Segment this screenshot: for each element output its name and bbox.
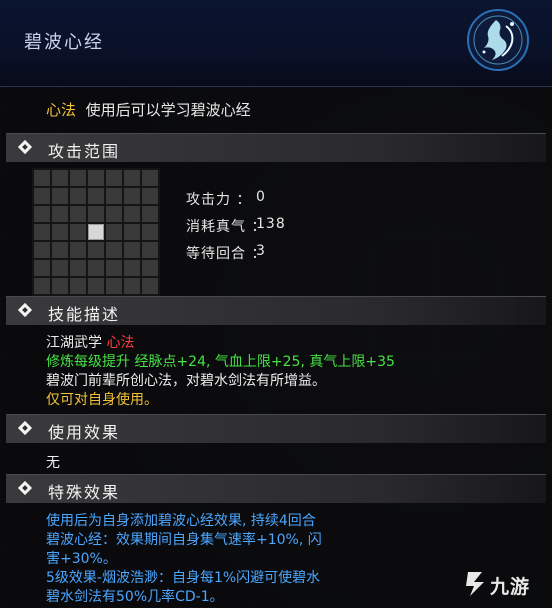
stat-value: 138: [256, 216, 286, 232]
range-cell: [52, 188, 68, 204]
range-cell: [34, 278, 50, 294]
section-header-range: 攻击范围: [6, 133, 546, 162]
range-cell: [70, 278, 86, 294]
range-cell: [34, 224, 50, 240]
range-cell: [106, 188, 122, 204]
tooltip-panel: 碧波心经 心法 使用后可以学习碧波心经 攻击范围 攻击力 ： 0 消耗真气 ： …: [0, 0, 552, 608]
range-cell: [52, 278, 68, 294]
use-effect-text: 无: [46, 455, 60, 471]
attack-range-grid: [32, 168, 160, 296]
range-cell: [34, 206, 50, 222]
section-label: 特殊效果: [48, 483, 121, 502]
range-cell: [88, 260, 104, 276]
range-cell: [142, 188, 158, 204]
range-cell: [142, 260, 158, 276]
range-cell: [70, 170, 86, 186]
special-effect-line: 碧水剑法有50%几率CD-1。: [46, 589, 224, 605]
range-cell: [142, 224, 158, 240]
watermark-text: 九游: [490, 576, 531, 598]
range-cell: [106, 260, 122, 276]
special-effect-line: 碧波心经：效果期间自身集气速率+10%, 闪: [46, 532, 322, 548]
range-cell: [88, 188, 104, 204]
range-cell: [70, 224, 86, 240]
section-label: 攻击范围: [48, 142, 121, 161]
range-cell: [142, 206, 158, 222]
item-title: 碧波心经: [24, 32, 104, 53]
range-cell: [124, 206, 140, 222]
range-cell: [124, 278, 140, 294]
range-cell: [142, 170, 158, 186]
diamond-bullet-icon: [17, 302, 33, 318]
jiuyou-watermark: 九游: [462, 564, 550, 604]
skill-growth: 修炼每级提升 经脉点+24, 气血上限+25, 真气上限+35: [46, 354, 395, 370]
range-cell: [52, 206, 68, 222]
range-cell: [106, 278, 122, 294]
range-cell: [106, 224, 122, 240]
stat-qi-cost: 消耗真气 ： 138: [186, 216, 285, 236]
skill-school: 江湖武学 心法: [46, 332, 134, 352]
item-type-tag: 心法: [46, 101, 77, 119]
item-usage-text: 使用后可以学习碧波心经: [85, 101, 251, 119]
range-cell: [106, 170, 122, 186]
section-header-use-effect: 使用效果: [6, 414, 546, 443]
range-cell: [88, 206, 104, 222]
range-cell: [124, 242, 140, 258]
range-cell: [142, 278, 158, 294]
title-bar: 碧波心经: [0, 0, 552, 87]
stat-value: 3: [256, 243, 266, 259]
range-cell: [70, 188, 86, 204]
skill-lore: 碧波门前辈所创心法，对碧水剑法有所增益。: [46, 373, 326, 389]
special-effect-line: 使用后为自身添加碧波心经效果, 持续4回合: [46, 513, 316, 529]
diamond-bullet-icon: [17, 480, 33, 496]
range-cell: [52, 224, 68, 240]
skill-school-tag: 心法: [106, 335, 135, 351]
stat-cooldown: 等待回合 ： 3: [186, 243, 266, 263]
range-cell: [142, 242, 158, 258]
range-cell: [88, 170, 104, 186]
range-cell: [124, 170, 140, 186]
range-cell: [34, 188, 50, 204]
item-description: 心法 使用后可以学习碧波心经: [46, 99, 251, 120]
diamond-bullet-icon: [17, 139, 33, 155]
section-label: 技能描述: [48, 305, 121, 324]
stat-attack: 攻击力 ： 0: [186, 189, 265, 209]
range-cell: [70, 206, 86, 222]
range-cell: [124, 188, 140, 204]
range-cell: [106, 206, 122, 222]
dancer-emblem-icon: [467, 9, 529, 71]
range-cell: [88, 242, 104, 258]
range-cell: [34, 170, 50, 186]
skill-school-prefix: 江湖武学: [46, 335, 107, 351]
range-cell: [34, 242, 50, 258]
section-header-special: 特殊效果: [6, 474, 546, 503]
range-cell: [70, 242, 86, 258]
stat-value: 0: [256, 189, 266, 205]
range-cell: [124, 260, 140, 276]
range-cell: [124, 224, 140, 240]
range-cell: [34, 260, 50, 276]
stat-label: 等待回合 ：: [186, 246, 267, 262]
section-label: 使用效果: [48, 423, 121, 442]
special-effect-line: 5级效果-烟波浩渺：自身每1%闪避可使碧水: [46, 570, 321, 586]
range-cell: [52, 242, 68, 258]
stat-label: 消耗真气 ：: [186, 219, 267, 235]
section-header-skill: 技能描述: [6, 296, 546, 325]
range-cell: [106, 242, 122, 258]
range-cell: [88, 278, 104, 294]
diamond-bullet-icon: [17, 420, 33, 436]
skill-target: 仅可对自身使用。: [46, 392, 158, 408]
range-cell: [52, 170, 68, 186]
range-cell: [52, 260, 68, 276]
range-cell-self: [88, 224, 104, 240]
jiuyou-logo-icon: [466, 572, 484, 596]
range-cell: [70, 260, 86, 276]
stat-label: 攻击力 ：: [186, 192, 252, 208]
special-effect-line: 害+30%。: [46, 551, 117, 567]
